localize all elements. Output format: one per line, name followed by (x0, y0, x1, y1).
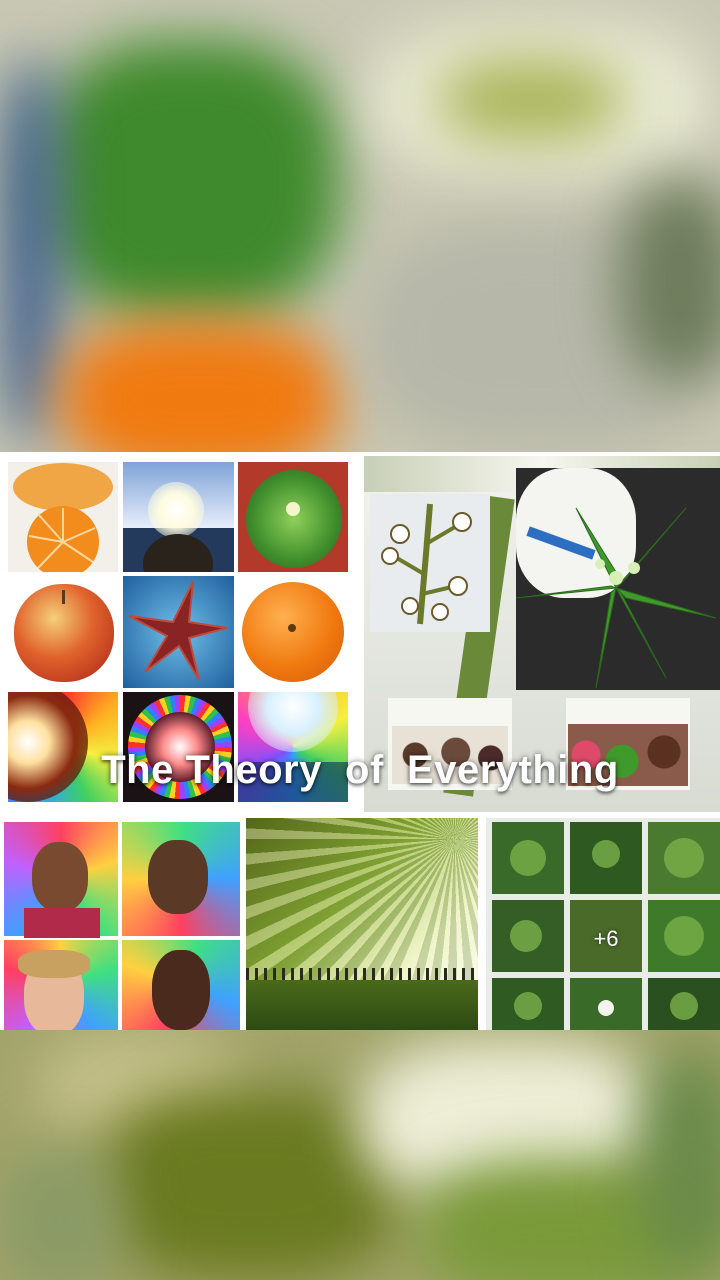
photo-peeled-orange (8, 462, 118, 572)
photo-apple (8, 576, 118, 688)
photo-portraits-rainbow-light (4, 822, 240, 1030)
more-photos-count[interactable]: +6 (578, 926, 634, 952)
blurred-background-bottom (0, 1030, 720, 1280)
photo-plant-grid (486, 818, 720, 1030)
photo-orange (238, 576, 348, 688)
photo-sun-over-sea (123, 462, 234, 572)
blurred-background-top (0, 0, 720, 452)
photo-potted-plant (238, 462, 348, 572)
post-caption: The Theory of Everything (101, 748, 619, 792)
photo-orchid-stem (370, 494, 490, 632)
photo-starfish (123, 576, 234, 688)
photo-star-leaf-plant (516, 468, 720, 690)
photo-sun-rays-through-trees (246, 818, 478, 1030)
